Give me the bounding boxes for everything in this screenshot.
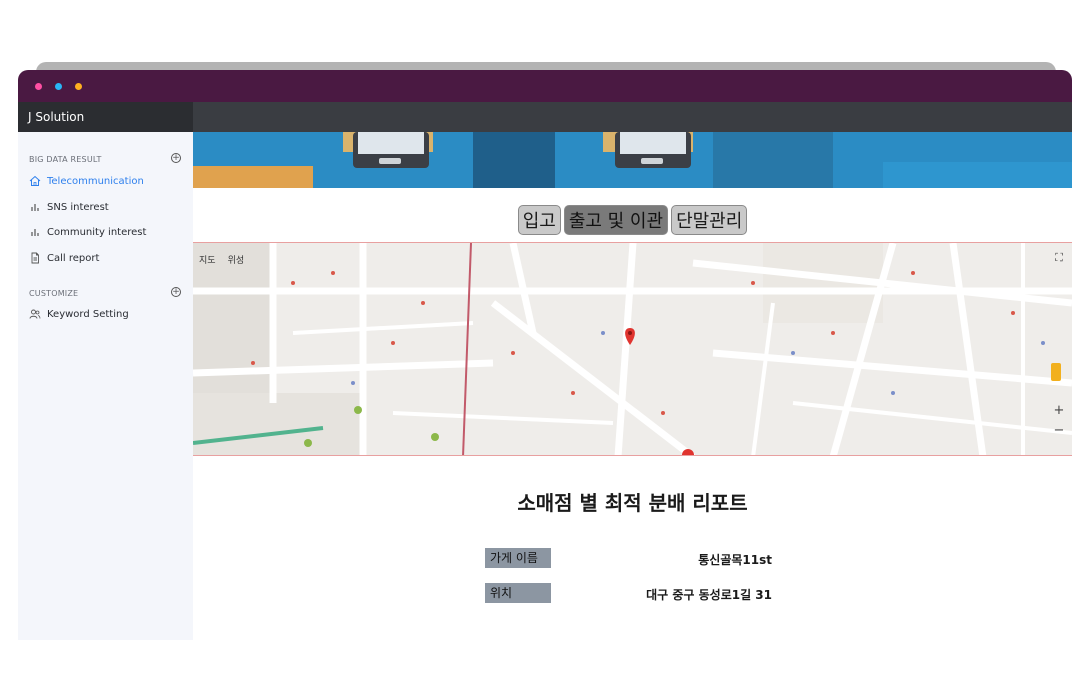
add-circle-icon[interactable]: + xyxy=(171,153,181,163)
app-window: J Solution BIG DATA RESULT + Telecommuni… xyxy=(18,70,1072,640)
sidebar-item-call-report[interactable]: Call report xyxy=(29,249,99,267)
minimize-window-button[interactable] xyxy=(55,83,62,90)
app-title: J Solution xyxy=(18,102,193,132)
sidebar-item-community-interest[interactable]: Community interest xyxy=(29,223,146,241)
store-name-label: 가게 이름 xyxy=(485,548,551,568)
home-icon xyxy=(29,175,41,186)
map-type-map[interactable]: 지도 xyxy=(199,253,216,266)
store-name-value: 통신골목11st xyxy=(698,553,772,567)
section-header-customize: CUSTOMIZE xyxy=(29,289,79,298)
sidebar-item-label: Community interest xyxy=(47,226,147,238)
zoom-in-button[interactable]: + xyxy=(1052,403,1066,418)
window-titlebar xyxy=(18,70,1072,102)
zoom-out-button[interactable]: − xyxy=(1052,423,1066,438)
users-icon xyxy=(29,309,41,319)
location-label: 위치 xyxy=(485,583,551,603)
banner-image xyxy=(193,132,1072,188)
tab-shipping-transfer[interactable]: 출고 및 이관 xyxy=(563,205,669,235)
map-tiles xyxy=(193,243,1072,455)
tab-receiving[interactable]: 입고 xyxy=(517,205,561,235)
sidebar-item-telecommunication[interactable]: Telecommunication xyxy=(29,172,144,190)
map-type-satellite[interactable]: 위성 xyxy=(228,253,245,266)
section-header-big-data: BIG DATA RESULT xyxy=(29,155,102,164)
close-window-button[interactable] xyxy=(35,83,42,90)
top-navbar xyxy=(193,102,1072,132)
main-content: 입고 출고 및 이관 단말관리 지도 위성 ⛶ + − 소매점 별 최적 분배 … xyxy=(193,132,1072,640)
document-icon xyxy=(31,252,39,264)
sidebar-item-label: Keyword Setting xyxy=(47,308,129,320)
tab-bar: 입고 출고 및 이관 단말관리 xyxy=(193,205,1072,237)
sidebar-item-sns-interest[interactable]: SNS interest xyxy=(29,198,109,216)
sidebar: BIG DATA RESULT + Telecommunication SNS … xyxy=(18,132,193,640)
tab-device-management[interactable]: 단말관리 xyxy=(671,205,748,235)
bar-chart-icon xyxy=(31,204,39,211)
bar-chart-icon xyxy=(31,229,39,236)
map-type-toggle: 지도 위성 xyxy=(199,253,244,266)
banner-illustration xyxy=(193,132,1072,188)
sidebar-item-keyword-setting[interactable]: Keyword Setting xyxy=(29,305,129,323)
map-view[interactable]: 지도 위성 ⛶ + − xyxy=(193,242,1072,456)
fullscreen-icon[interactable]: ⛶ xyxy=(1052,251,1066,265)
location-value: 대구 중구 동성로1길 31 xyxy=(646,588,772,602)
sidebar-item-label: SNS interest xyxy=(47,201,109,213)
report-title: 소매점 별 최적 분배 리포트 xyxy=(517,491,748,515)
maximize-window-button[interactable] xyxy=(75,83,82,90)
sidebar-item-label: Telecommunication xyxy=(47,175,144,187)
add-circle-icon[interactable]: + xyxy=(171,287,181,297)
sidebar-item-label: Call report xyxy=(47,252,100,264)
